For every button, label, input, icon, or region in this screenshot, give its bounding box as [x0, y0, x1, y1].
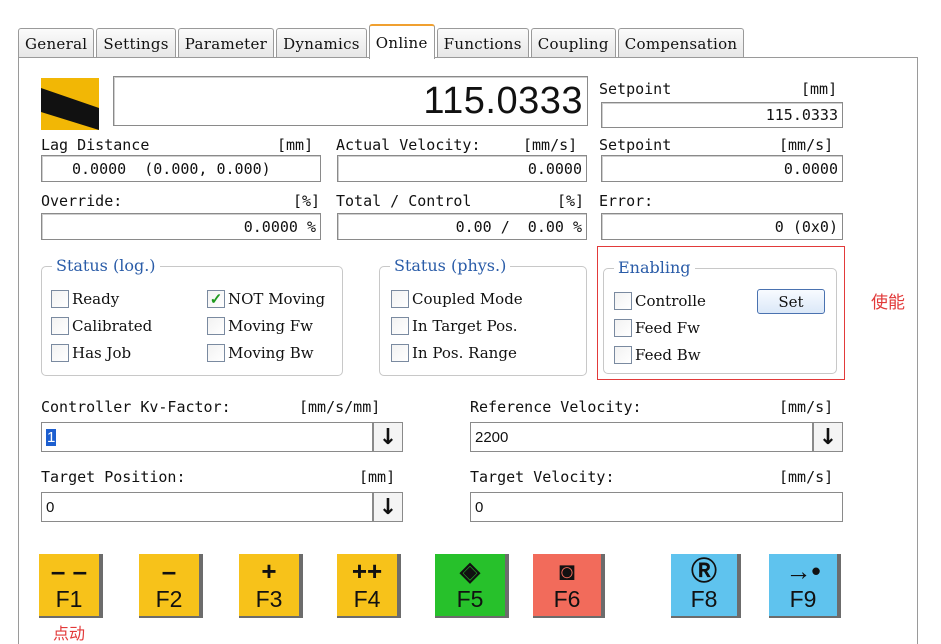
status-phys-title: Status (phys.) [390, 256, 511, 275]
checkbox-has-job: Has Job [51, 344, 131, 362]
tab-parameter[interactable]: Parameter [177, 28, 275, 58]
f8-reset-button[interactable]: Ⓡ F8 [671, 554, 741, 618]
target-position-input[interactable]: 0 [41, 492, 373, 522]
goto-position-icon: →• [785, 556, 821, 586]
checkbox-in-pos-range: In Pos. Range [391, 344, 517, 362]
enabling-annotation: 使能 [871, 293, 905, 313]
setpoint-vel-value: 0.0000 [601, 155, 843, 182]
error-value: 0 (0x0) [601, 213, 843, 240]
total-control-unit: [%] [557, 192, 585, 210]
online-panel: 115.0333 Setpoint [mm] 115.0333 Lag Dist… [18, 57, 918, 644]
checkbox-icon [51, 344, 69, 362]
checkbox-feed-bw[interactable]: Feed Bw [614, 346, 701, 364]
tab-compensation[interactable]: Compensation [617, 28, 745, 58]
checkbox-icon[interactable] [614, 346, 632, 364]
setpoint-pos-label: Setpoint [599, 80, 672, 98]
down-arrow-icon: ↓ [378, 494, 398, 520]
tab-strip: General Settings Parameter Dynamics Onli… [18, 24, 746, 59]
f5-start-button[interactable]: ◈ F5 [435, 554, 509, 618]
setpoint-pos-unit: [mm] [801, 80, 838, 98]
checkbox-icon [391, 317, 409, 335]
f2-jog-backward-button[interactable]: – F2 [139, 554, 203, 618]
plus-icon: + [261, 556, 277, 586]
stop-icon: ◙ [559, 556, 575, 586]
checkbox-icon[interactable] [614, 292, 632, 310]
override-label: Override: [41, 192, 123, 210]
target-position-unit: [mm] [359, 468, 396, 486]
checkbox-icon [391, 344, 409, 362]
set-enabling-button[interactable]: Set [757, 289, 825, 314]
tab-coupling[interactable]: Coupling [530, 28, 616, 58]
kv-factor-input[interactable]: 1 [41, 422, 373, 452]
checked-checkbox-icon: ✓ [207, 290, 225, 308]
checkbox-ready: Ready [51, 290, 119, 308]
down-arrow-icon: ↓ [378, 424, 398, 450]
status-log-title: Status (log.) [52, 256, 160, 275]
target-position-label: Target Position: [41, 468, 186, 486]
actual-velocity-unit: [mm/s] [523, 136, 578, 154]
checkbox-not-moving: ✓ NOT Moving [207, 290, 325, 308]
checkbox-coupled-mode: Coupled Mode [391, 290, 523, 308]
checkbox-icon [207, 344, 225, 362]
f1-jog-fast-backward-button[interactable]: – – F1 [39, 554, 103, 618]
kv-factor-apply-button[interactable]: ↓ [373, 422, 403, 452]
override-unit: [%] [293, 192, 321, 210]
minus-icon: – [161, 556, 177, 586]
override-value: 0.0000 % [41, 213, 321, 240]
checkbox-controller-enable[interactable]: Controlle [614, 292, 706, 310]
checkbox-feed-fw[interactable]: Feed Fw [614, 319, 700, 337]
kv-factor-label: Controller Kv-Factor: [41, 398, 231, 416]
tab-functions[interactable]: Functions [436, 28, 529, 58]
lag-distance-label: Lag Distance [41, 136, 150, 154]
ref-velocity-label: Reference Velocity: [470, 398, 642, 416]
actual-velocity-value: 0.0000 [337, 155, 587, 182]
total-control-value: 0.00 / 0.00 % [337, 213, 587, 240]
checkbox-icon [207, 317, 225, 335]
target-position-apply-button[interactable]: ↓ [373, 492, 403, 522]
target-velocity-label: Target Velocity: [470, 468, 615, 486]
ref-velocity-unit: [mm/s] [779, 398, 834, 416]
checkbox-calibrated: Calibrated [51, 317, 152, 335]
down-arrow-icon: ↓ [818, 424, 838, 450]
start-icon: ◈ [460, 556, 480, 586]
setpoint-vel-unit: [mm/s] [779, 136, 834, 154]
tab-general[interactable]: General [18, 28, 95, 58]
ref-velocity-input[interactable]: 2200 [470, 422, 813, 452]
double-plus-icon: ++ [351, 556, 383, 586]
double-minus-icon: – – [50, 556, 88, 586]
f3-jog-forward-button[interactable]: + F3 [239, 554, 303, 618]
tab-online[interactable]: Online [368, 24, 435, 59]
enabling-title: Enabling [614, 258, 695, 277]
setpoint-pos-value: 115.0333 [601, 102, 843, 128]
target-velocity-input[interactable]: 0 [470, 492, 843, 522]
checkbox-icon[interactable] [614, 319, 632, 337]
lag-distance-unit: [mm] [277, 136, 314, 154]
error-label: Error: [599, 192, 654, 210]
tab-dynamics[interactable]: Dynamics [276, 28, 367, 58]
actual-position-display: 115.0333 [113, 76, 588, 126]
axis-logo-icon [41, 78, 99, 130]
f4-jog-fast-forward-button[interactable]: ++ F4 [337, 554, 401, 618]
reset-icon: Ⓡ [690, 556, 717, 586]
f6-stop-button[interactable]: ◙ F6 [533, 554, 605, 618]
ref-velocity-apply-button[interactable]: ↓ [813, 422, 843, 452]
jog-annotation: 点动 [53, 624, 86, 643]
target-velocity-unit: [mm/s] [779, 468, 834, 486]
actual-velocity-label: Actual Velocity: [336, 136, 481, 154]
checkbox-icon [51, 290, 69, 308]
checkbox-moving-fw: Moving Fw [207, 317, 313, 335]
checkbox-icon [391, 290, 409, 308]
checkbox-in-target-pos: In Target Pos. [391, 317, 518, 335]
lag-distance-value: 0.0000 (0.000, 0.000) [41, 155, 321, 182]
f9-goto-position-button[interactable]: →• F9 [769, 554, 841, 618]
setpoint-vel-label: Setpoint [599, 136, 672, 154]
checkbox-moving-bw: Moving Bw [207, 344, 314, 362]
total-control-label: Total / Control [336, 192, 472, 210]
tab-settings[interactable]: Settings [96, 28, 176, 58]
kv-factor-unit: [mm/s/mm] [299, 398, 381, 416]
checkbox-icon [51, 317, 69, 335]
